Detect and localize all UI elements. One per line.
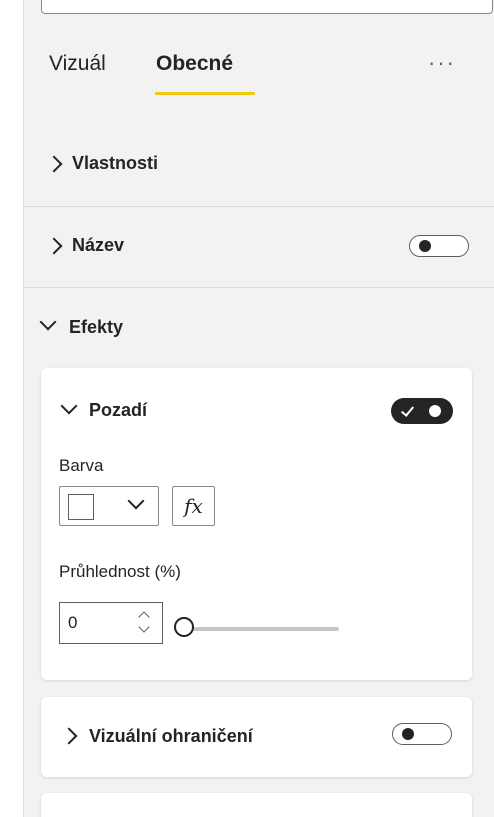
check-icon [400, 403, 415, 417]
visual-border-toggle[interactable] [392, 723, 452, 745]
background-card-label: Pozadí [89, 400, 148, 420]
title-toggle[interactable] [409, 235, 469, 257]
active-tab-indicator [155, 92, 255, 95]
chevron-down-icon [39, 313, 57, 331]
toggle-knob [402, 728, 414, 740]
transparency-label: Průhlednost (%) [59, 562, 181, 581]
transparency-value: 0 [68, 613, 78, 632]
color-label: Barva [59, 456, 104, 475]
background-toggle[interactable] [391, 398, 453, 424]
toggle-knob [419, 240, 431, 252]
ellipsis-icon[interactable]: ··· [422, 50, 462, 75]
chevron-right-icon [45, 155, 63, 173]
transparency-slider-thumb[interactable] [174, 617, 194, 637]
divider [24, 206, 494, 207]
color-swatch [68, 494, 94, 520]
section-properties-label: Vlastnosti [72, 153, 159, 173]
toggle-knob [429, 405, 441, 417]
tab-general[interactable]: Obecné [156, 52, 233, 76]
search-input[interactable] [41, 0, 493, 14]
background-card: Pozadí Barva fx Průhlednost (%) 0 [41, 368, 472, 680]
format-pane: Vizuál Obecné ··· Vlastnosti Název Efekt… [23, 0, 494, 817]
spin-down-icon[interactable] [138, 621, 150, 633]
next-section-card[interactable] [41, 793, 472, 817]
chevron-down-icon[interactable] [60, 397, 78, 415]
tab-visual[interactable]: Vizuál [49, 52, 106, 76]
divider [24, 287, 494, 288]
section-properties[interactable]: Vlastnosti [24, 133, 494, 193]
transparency-input[interactable]: 0 [59, 602, 163, 644]
transparency-slider-track[interactable] [174, 627, 339, 631]
fx-button[interactable]: fx [172, 486, 215, 526]
visual-border-card[interactable]: Vizuální ohraničení [41, 697, 472, 777]
visual-border-label: Vizuální ohraničení [89, 726, 253, 746]
color-picker[interactable] [59, 486, 159, 526]
chevron-down-icon [127, 492, 145, 510]
section-effects[interactable]: Efekty [24, 296, 494, 356]
chevron-right-icon [45, 237, 63, 255]
section-effects-label: Efekty [69, 317, 124, 337]
section-title-label: Název [72, 235, 125, 255]
chevron-right-icon [60, 727, 78, 745]
